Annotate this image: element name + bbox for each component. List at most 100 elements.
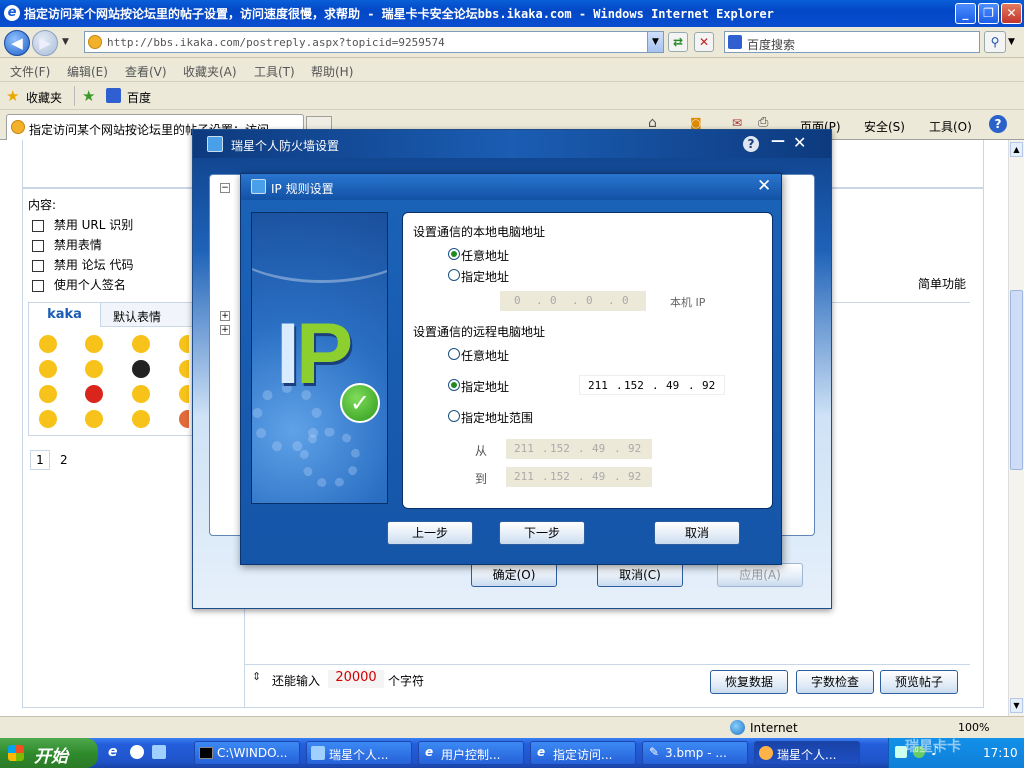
favorites-button[interactable]: 收藏夹 (26, 89, 62, 106)
option-disable-smileys[interactable]: 禁用表情 (32, 236, 102, 253)
smiley-icon[interactable] (132, 335, 150, 353)
start-button[interactable]: 开始 (0, 738, 98, 768)
smiley-icon[interactable] (39, 410, 57, 428)
checkbox[interactable] (32, 239, 44, 252)
word-count-button[interactable]: 字数检查 (796, 670, 874, 694)
option-disable-url[interactable]: 禁用 URL 识别 (32, 216, 133, 233)
remote-specified-radio[interactable] (448, 379, 460, 391)
taskbar-item-ie-forum[interactable]: e 指定访问... (530, 741, 636, 765)
scroll-thumb[interactable] (1010, 290, 1023, 470)
firewall-quicklaunch-icon[interactable] (152, 745, 166, 759)
restore-data-button[interactable]: 恢复数据 (710, 670, 788, 694)
local-any-radio[interactable] (448, 248, 460, 260)
smiley-icon[interactable] (179, 410, 189, 428)
smiley-icon[interactable] (179, 335, 189, 353)
smiley-icon[interactable] (85, 410, 103, 428)
address-dropdown-icon[interactable]: ▼ (647, 32, 663, 52)
next-step-button[interactable]: 下一步 (499, 521, 585, 545)
option-use-signature[interactable]: 使用个人签名 (32, 276, 126, 293)
clock[interactable]: 17:10 (983, 746, 1018, 760)
remote-ip-field[interactable]: 211 . 152 . 49 . 92 (579, 375, 725, 395)
checkbox[interactable] (32, 219, 44, 232)
print-icon[interactable]: ⎙ (758, 115, 768, 130)
menu-file[interactable]: 文件(F) (10, 63, 50, 80)
tree-expand-icon[interactable]: + (220, 311, 230, 321)
help-icon[interactable]: ? (989, 115, 1007, 133)
forward-icon[interactable]: ▶ (32, 30, 58, 56)
remote-any-radio[interactable] (448, 348, 460, 360)
preview-post-button[interactable]: 预览帖子 (880, 670, 958, 694)
checkbox[interactable] (32, 279, 44, 292)
page-scrollbar[interactable]: ▲ ▼ (1008, 140, 1024, 716)
feeds-icon[interactable]: ◙ (690, 116, 702, 130)
menu-favorites[interactable]: 收藏夹(A) (183, 63, 237, 80)
smiley-icon[interactable] (132, 410, 150, 428)
smiley-icon[interactable] (39, 360, 57, 378)
taskbar-item-firewall-active[interactable]: 瑞星个人... (754, 741, 860, 765)
remote-specified-label[interactable]: 指定地址 (461, 378, 509, 395)
mail-icon[interactable]: ✉ (732, 116, 742, 130)
ip-cancel-button[interactable]: 取消 (654, 521, 740, 545)
back-icon[interactable]: ◀ (4, 30, 30, 56)
history-dropdown-icon[interactable]: ▼ (62, 37, 69, 47)
local-specified-radio[interactable] (448, 269, 460, 281)
safety-menu[interactable]: 安全(S) (864, 118, 905, 135)
smiley-icon[interactable] (85, 385, 103, 403)
smiley-icon[interactable] (39, 335, 57, 353)
tree-collapse-icon[interactable]: − (220, 183, 230, 193)
simple-function-link[interactable]: 简单功能 (918, 275, 966, 292)
option-disable-code[interactable]: 禁用 论坛 代码 (32, 256, 133, 273)
smiley-icon[interactable] (85, 335, 103, 353)
page-link-2[interactable]: 2 (60, 453, 68, 467)
quicklaunch-icon[interactable] (130, 745, 144, 759)
menu-view[interactable]: 查看(V) (125, 63, 167, 80)
taskbar-item-ie-user[interactable]: e 用户控制... (418, 741, 524, 765)
stop-icon[interactable]: ✕ (694, 32, 714, 52)
page-link-1[interactable]: 1 (30, 450, 50, 470)
tree-expand-icon[interactable]: + (220, 325, 230, 335)
tab-smiley-kaka[interactable]: kaka (29, 303, 101, 327)
menu-edit[interactable]: 编辑(E) (67, 63, 108, 80)
close-button[interactable]: ✕ (1001, 3, 1022, 24)
smiley-icon[interactable] (85, 360, 103, 378)
scroll-up-icon[interactable]: ▲ (1010, 142, 1023, 157)
firewall-cancel-button[interactable]: 取消(C) (597, 563, 683, 587)
remote-range-label[interactable]: 指定地址范围 (461, 409, 533, 426)
taskbar-item-cmd[interactable]: C:\WINDO... (194, 741, 300, 765)
menu-help[interactable]: 帮助(H) (311, 63, 353, 80)
zoom-level[interactable]: 100% (958, 721, 989, 734)
add-favorite-icon[interactable]: ★ (82, 87, 95, 105)
address-input[interactable]: http://bbs.ikaka.com/postreply.aspx?topi… (84, 31, 664, 53)
taskbar-item-paint[interactable]: ✎ 3.bmp - ... (642, 741, 748, 765)
firewall-minimize-icon[interactable]: — (771, 133, 785, 149)
local-specified-label[interactable]: 指定地址 (461, 268, 509, 285)
taskbar-item-firewall[interactable]: 瑞星个人... (306, 741, 412, 765)
ip-rule-close-icon[interactable]: ✕ (757, 176, 771, 196)
local-any-label[interactable]: 任意地址 (461, 247, 509, 264)
restore-button[interactable]: ❐ (978, 3, 999, 24)
checkbox[interactable] (32, 259, 44, 272)
minimize-button[interactable]: _ (955, 3, 976, 24)
prev-step-button[interactable]: 上一步 (387, 521, 473, 545)
smiley-icon[interactable] (132, 360, 150, 378)
smiley-icon[interactable] (132, 385, 150, 403)
ie-quicklaunch-icon[interactable]: e (108, 744, 118, 760)
smiley-icon[interactable] (179, 385, 189, 403)
resize-icon[interactable]: ⇕ (252, 670, 261, 683)
remote-range-radio[interactable] (448, 410, 460, 422)
scroll-down-icon[interactable]: ▼ (1010, 698, 1023, 713)
search-input[interactable]: 百度搜索 (724, 31, 980, 53)
search-dropdown-icon[interactable]: ▼ (1008, 37, 1015, 47)
zone-text: Internet (750, 721, 798, 735)
search-icon[interactable]: ⚲ (984, 31, 1006, 53)
favorite-link-baidu[interactable]: 百度 (127, 89, 151, 106)
tab-smiley-default[interactable]: 默认表情 (101, 303, 199, 327)
firewall-help-icon[interactable]: ? (743, 136, 759, 152)
refresh-icon[interactable]: ⇄ (668, 32, 688, 52)
smiley-icon[interactable] (39, 385, 57, 403)
smiley-icon[interactable] (179, 360, 189, 378)
remote-any-label[interactable]: 任意地址 (461, 347, 509, 364)
menu-tools[interactable]: 工具(T) (254, 63, 295, 80)
tools-menu[interactable]: 工具(O) (929, 118, 972, 135)
firewall-close-icon[interactable]: ✕ (793, 133, 806, 152)
